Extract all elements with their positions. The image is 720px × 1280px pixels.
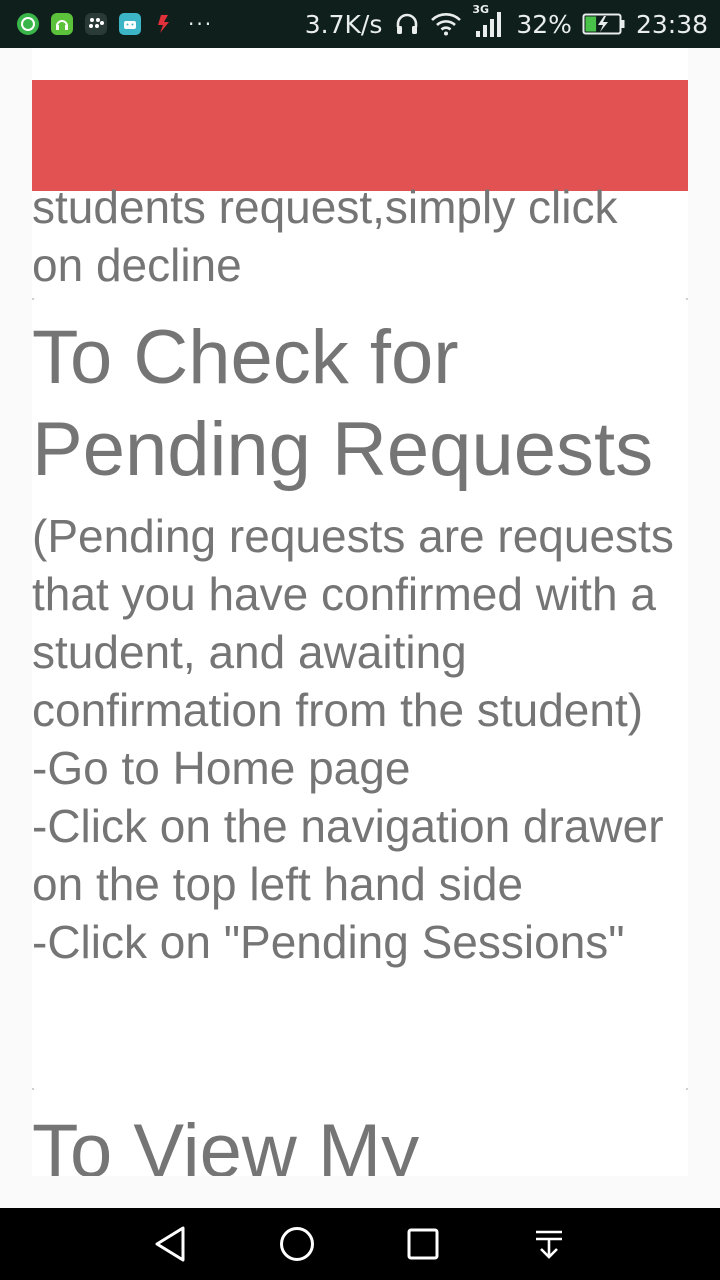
headphones-icon [397,13,418,34]
android-app-icon [118,12,142,36]
battery-charging-icon [582,13,625,35]
green-app-icon [50,12,74,36]
section-heading-pending-requests: To Check for Pending Requests [32,315,654,492]
status-indicators: 3.7K/s 3G 32% 23:38 [304,3,708,39]
navigation-bar [0,1208,720,1280]
signal-bars-icon [476,12,502,37]
help-content-scroll[interactable]: students request,simply click on decline… [32,48,688,1176]
battery-percent: 32% [516,9,572,39]
status-bar: ··· 3.7K/s 3G 32% 23:38 [0,0,720,48]
clock: 23:38 [635,9,708,39]
more-notifications-icon: ··· [188,12,214,36]
signal-indicator: 3G [472,3,506,39]
back-icon [155,1226,185,1262]
recents-icon [407,1228,439,1260]
back-button[interactable] [141,1214,201,1274]
notification-icons: ··· [16,12,213,36]
divider-right [686,298,688,300]
section-heading-view-my: To View My [32,1109,420,1176]
network-speed: 3.7K/s [304,9,383,39]
section-body-pending-requests: (Pending requests are requests that you … [32,510,674,968]
header-banner [32,80,688,191]
divider-left [32,298,34,300]
home-button[interactable] [267,1214,327,1274]
divider-left [32,1088,34,1090]
wifi-icon [431,13,462,36]
notification-pull-icon [536,1230,562,1259]
previous-section-tail: students request,simply click on decline [32,181,618,291]
blackberry-icon [84,12,108,36]
home-icon [280,1227,314,1261]
red-app-icon [152,12,176,36]
whatsapp-icon [16,12,40,36]
divider-right [686,1088,688,1090]
notification-pull-button[interactable] [519,1214,579,1274]
recents-button[interactable] [393,1214,453,1274]
